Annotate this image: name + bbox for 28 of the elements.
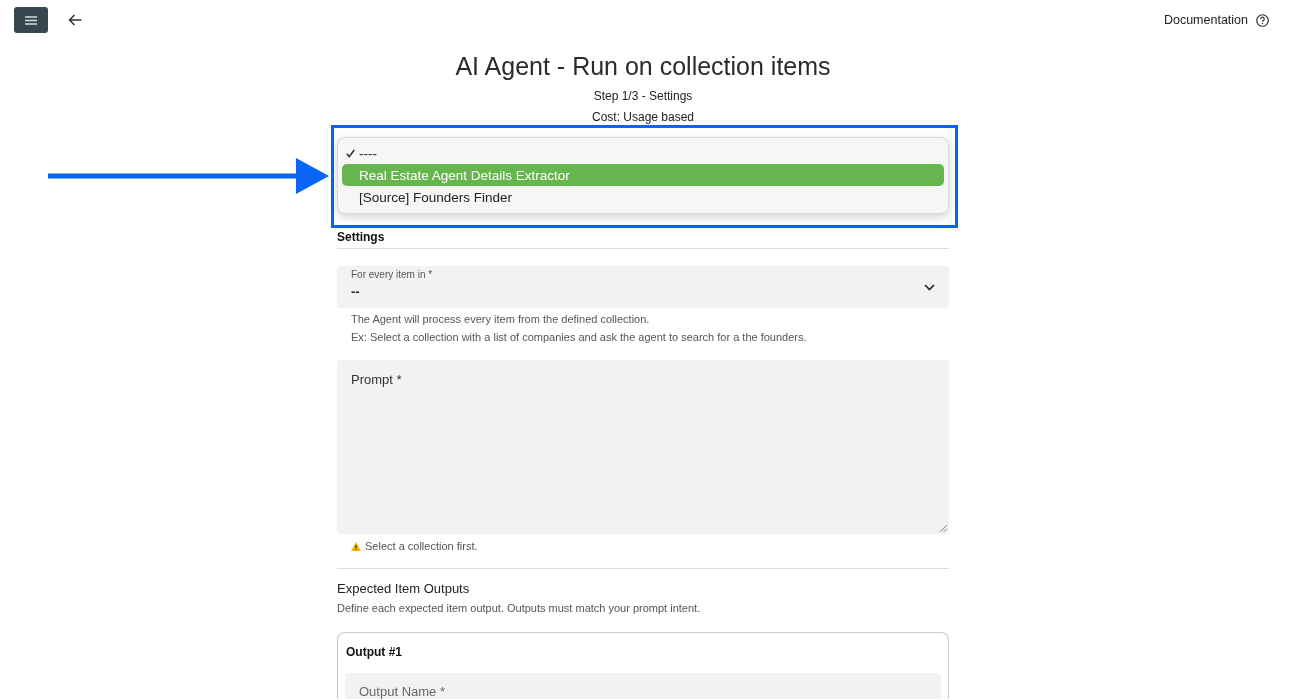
section-heading: Settings (337, 230, 386, 244)
warning-text: Select a collection first. (365, 539, 478, 554)
cost-label: Cost: Usage based (590, 109, 696, 125)
back-arrow-icon (68, 14, 82, 26)
field-value: -- (351, 284, 361, 300)
chevron-down-icon (924, 283, 935, 291)
documentation-link[interactable]: Documentation (1163, 12, 1269, 28)
select-field[interactable]: For every item in * -- (337, 266, 949, 308)
help-text: The Agent will process every item from the defined collection. (350, 312, 651, 327)
section-heading: Expected Item Outputs (337, 580, 471, 598)
dropdown-option[interactable]: ---- (342, 142, 944, 164)
field-label: For every item in * (351, 269, 434, 281)
help-icon (1256, 13, 1269, 27)
menu-icon (25, 15, 37, 25)
prompt-field[interactable]: Prompt * (337, 360, 949, 534)
page-title: AI Agent - Run on collection items (454, 51, 832, 81)
card-title: Output #1 (345, 644, 403, 660)
back-button[interactable] (68, 14, 82, 26)
warning-icon (351, 541, 361, 551)
resize-grip-icon (940, 525, 947, 532)
section-description: Define each expected item output. Outputs must match your prompt intent. (337, 601, 702, 616)
field-label: Prompt * (351, 372, 403, 388)
input-field[interactable]: Output Name * (345, 673, 941, 699)
field-label: Output Name * (359, 685, 446, 699)
menu-button[interactable] (14, 7, 48, 33)
help-text: Ex: Select a collection with a list of companies and ask the agent to search for a the founders. (350, 330, 808, 345)
dropdown-option[interactable]: [Source] Founders Finder (342, 186, 944, 208)
step-indicator: Step 1/3 - Settings (592, 88, 694, 104)
